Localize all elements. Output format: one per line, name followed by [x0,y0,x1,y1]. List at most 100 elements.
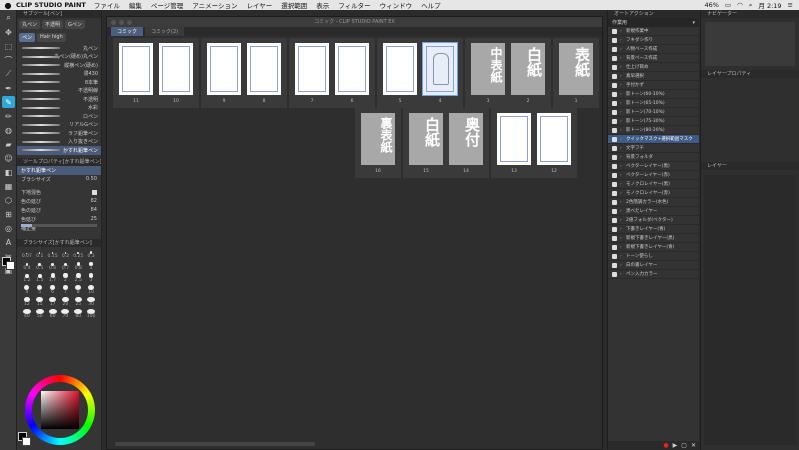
page-thumbnail[interactable] [422,42,458,96]
subtool-tab-opaque[interactable]: 不透明 [42,20,64,29]
checkbox-icon[interactable] [612,91,617,97]
action-row[interactable]: › フキダシ作り [608,36,699,45]
horizontal-scrollbar[interactable] [115,442,315,446]
brush-size-option[interactable]: 4 [21,284,33,295]
checkbox-icon[interactable] [612,64,617,70]
action-row[interactable]: › 背景ベース作成 [608,54,699,63]
brush-size-option[interactable]: 25 [72,296,84,307]
checkbox-icon[interactable] [612,163,617,169]
brush-item[interactable]: 丸ペン(硬め)丸ペン [17,53,101,62]
brush-item[interactable]: かすれ鉛筆ペン [17,146,101,155]
battery-icon[interactable]: ▭ [725,1,731,9]
brush-size-option[interactable]: 2 [59,273,71,283]
menu-edit[interactable]: 編集 [129,0,142,10]
action-row[interactable]: › ベクターレイヤー(黒) [608,162,699,171]
brush-size-option[interactable]: 100 [85,308,97,319]
action-row[interactable]: › 新規作業中 [608,27,699,36]
frame-tool-icon[interactable]: ⊞ [2,208,15,220]
prop-value[interactable]: 25 [91,216,97,222]
prop-value[interactable]: 84 [91,207,97,213]
action-row[interactable]: › 影トーン(80-20%) [608,126,699,135]
action-row[interactable]: › 白の書レイヤー [608,261,699,270]
chevron-down-icon[interactable]: ▾ [692,20,695,26]
brush-size-option[interactable]: 3 [85,272,97,283]
action-row[interactable]: › トーン使らし [608,252,699,261]
action-row[interactable]: › 影トーン(70-10%) [608,108,699,117]
play-icon[interactable]: ▶ [673,442,678,449]
subtool-tab-hair[interactable]: Hair high [37,33,66,42]
brush-size-option[interactable]: 8 [72,284,84,295]
page-thumbnail[interactable]: 裏表紙 [361,113,395,165]
checkbox-icon[interactable] [612,28,617,34]
page-thumbnail[interactable]: 表紙 [559,43,593,95]
menu-help[interactable]: ヘルプ [421,0,441,10]
checkbox-icon[interactable] [612,262,617,268]
checkbox-icon[interactable] [92,189,97,195]
menu-animation[interactable]: アニメーション [192,0,237,10]
brush-size-option[interactable]: 0.3 [85,249,97,259]
brush-size-option[interactable]: 10 [85,284,97,295]
menu-selection[interactable]: 選択範囲 [281,0,307,10]
action-row[interactable]: › ペン入力カラー [608,270,699,279]
checkbox-icon[interactable] [612,190,617,196]
action-row[interactable]: › ベクターレイヤー(赤) [608,171,699,180]
close-window-icon[interactable] [111,20,116,25]
checkbox-icon[interactable] [612,271,617,277]
page-thumbnail[interactable] [537,113,571,165]
action-row[interactable]: › 仕上げ目め [608,63,699,72]
checkbox-icon[interactable] [612,118,617,124]
brush-size-option[interactable]: 0.7 [59,261,71,271]
minimize-window-icon[interactable] [119,20,124,25]
file-tab-comic[interactable]: コミック [111,27,144,36]
checkbox-icon[interactable] [612,136,617,142]
prop-row-stretch[interactable]: 色延び 25 [17,215,101,224]
page-thumbnail[interactable] [295,43,329,95]
brush-item[interactable]: 縦横ペン(硬め) [17,61,101,70]
wifi-icon[interactable]: ◠ [737,1,743,9]
clock[interactable]: 月 2:19 [758,0,781,10]
brush-item[interactable]: ラフ鉛筆ペン [17,129,101,138]
brush-size-option[interactable]: 15 [34,296,46,307]
checkbox-icon[interactable] [612,154,617,160]
eraser-tool-icon[interactable]: ▰ [2,138,15,150]
new-action-icon[interactable]: ▢ [681,442,687,449]
checkbox-icon[interactable] [612,55,617,61]
action-row[interactable]: › 文字フチ [608,144,699,153]
file-tab-comic-2[interactable]: コミック(2) [145,27,185,36]
prop-row-mix[interactable]: 下地混色 [17,188,101,197]
action-row[interactable]: › 人物ベース作成 [608,45,699,54]
brush-size-option[interactable]: 12 [21,296,33,307]
menu-page[interactable]: ページ管理 [151,0,183,10]
menu-filter[interactable]: フィルター [338,0,370,10]
checkbox-icon[interactable] [612,46,617,52]
airbrush-tool-icon[interactable]: ◍ [2,124,15,136]
zoom-window-icon[interactable] [127,20,132,25]
subtool-tab-g-pen[interactable]: Gペン [65,20,85,29]
action-row[interactable]: › 新規下書きレイヤー(青) [608,243,699,252]
eyedropper-tool-icon[interactable]: ⟋ [2,68,15,80]
select-tool-icon[interactable]: ⬚ [2,40,15,52]
search-icon[interactable]: ⌕ [749,1,753,10]
action-row[interactable]: › 下書きレイヤー(青) [608,225,699,234]
page-thumbnail[interactable] [159,43,193,95]
menu-view[interactable]: 表示 [316,0,329,10]
subtool-tab-round-pen[interactable]: 丸ペン [19,20,41,29]
brush-size-option[interactable]: 50 [34,308,46,319]
page-thumbnail[interactable]: 中表紙 [471,43,505,95]
action-row[interactable]: › 影トーン(65-10%) [608,99,699,108]
checkbox-icon[interactable] [612,100,617,106]
action-set-select[interactable]: 作業用 ▾ [608,18,699,27]
checkbox-icon[interactable] [612,172,617,178]
brush-size-option[interactable]: 60 [47,308,59,319]
page-thumbnail[interactable]: 奥付 [449,113,483,165]
brush-item[interactable]: ロペン [17,112,101,121]
page-thumbnail[interactable]: 白紙 [511,43,545,95]
pen-tool-icon[interactable]: ✒ [2,82,15,94]
menu-layer[interactable]: レイヤー [246,0,272,10]
action-row[interactable]: › 新規下書きレイヤー(黒) [608,234,699,243]
lasso-tool-icon[interactable]: ⌒ [2,54,15,66]
brush-size-option[interactable]: 7 [59,284,71,295]
checkbox-icon[interactable] [612,82,617,88]
brush-size-option[interactable]: 30 [85,296,97,307]
brush-item[interactable]: 不透明 [17,95,101,104]
